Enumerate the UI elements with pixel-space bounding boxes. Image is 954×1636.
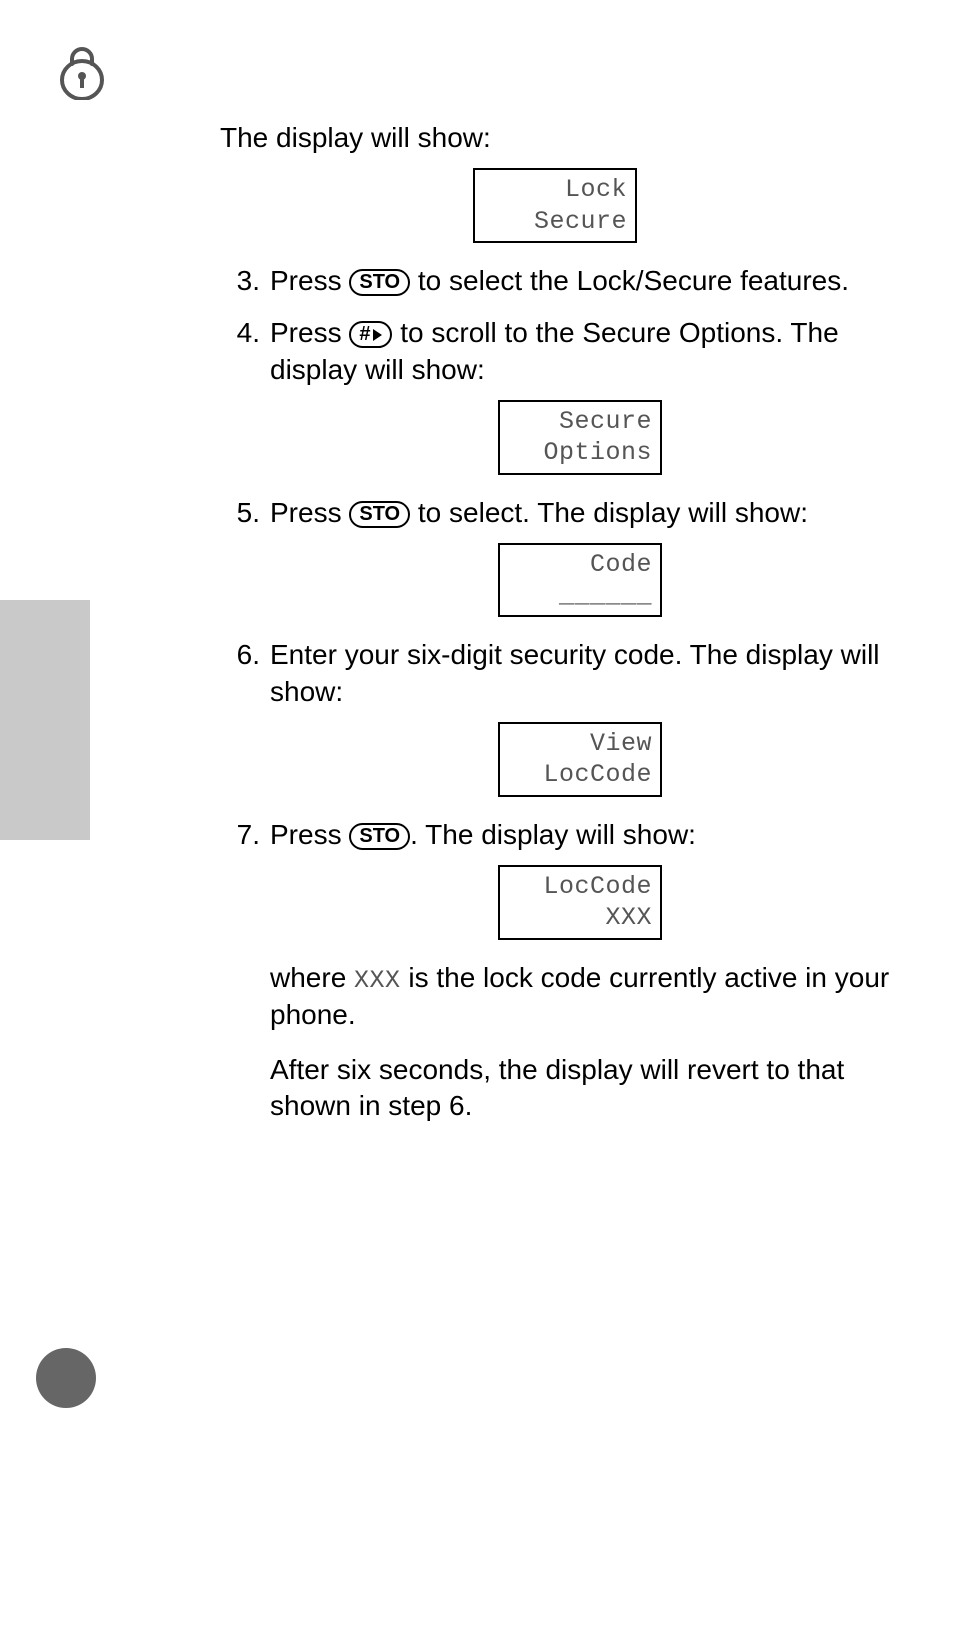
display-line: Options bbox=[508, 437, 652, 468]
step-number: 5. bbox=[180, 495, 260, 531]
intro-text: The display will show: bbox=[220, 120, 890, 156]
xxx-placeholder: XXX bbox=[354, 966, 401, 995]
display-code: Code ______ bbox=[498, 543, 662, 618]
hash-scroll-key: # bbox=[349, 321, 392, 348]
step-text: to select. The display will show: bbox=[410, 497, 808, 528]
display-line: ______ bbox=[508, 580, 652, 611]
sto-key: STO bbox=[349, 823, 410, 850]
step-text: . The display will show: bbox=[410, 819, 696, 850]
display-loccode-xxx: LocCode XXX bbox=[498, 865, 662, 940]
display-line: Secure bbox=[483, 206, 627, 237]
step-text: Press bbox=[270, 265, 349, 296]
step-text: Press bbox=[270, 497, 349, 528]
after-paragraph: After six seconds, the display will reve… bbox=[270, 1052, 890, 1125]
step-list: 3. Press STO to select the Lock/Secure f… bbox=[220, 263, 890, 1124]
display-line: Code bbox=[508, 549, 652, 580]
step-6: 6. Enter your six-digit security code. T… bbox=[220, 637, 890, 796]
step-number: 7. bbox=[180, 817, 260, 853]
display-line: View bbox=[508, 728, 652, 759]
content: The display will show: Lock Secure 3. Pr… bbox=[220, 120, 890, 1140]
sto-key: STO bbox=[349, 269, 410, 296]
display-lock-secure: Lock Secure bbox=[473, 168, 637, 243]
page: The display will show: Lock Secure 3. Pr… bbox=[0, 0, 954, 1636]
chevron-right-icon bbox=[373, 329, 382, 341]
step-text: Enter your six-digit security code. The … bbox=[270, 639, 880, 706]
step-number: 4. bbox=[180, 315, 260, 351]
tail-text: where bbox=[270, 962, 354, 993]
lock-icon bbox=[60, 46, 104, 100]
step-7: 7. Press STO. The display will show: Loc… bbox=[220, 817, 890, 1125]
display-line: LocCode bbox=[508, 871, 652, 902]
display-secure-options: Secure Options bbox=[498, 400, 662, 475]
step-number: 3. bbox=[180, 263, 260, 299]
display-line: Lock bbox=[483, 174, 627, 205]
sto-key: STO bbox=[349, 501, 410, 528]
step-3: 3. Press STO to select the Lock/Secure f… bbox=[220, 263, 890, 299]
side-tab bbox=[0, 600, 90, 840]
step-text: Press bbox=[270, 819, 349, 850]
step-number: 6. bbox=[180, 637, 260, 673]
page-marker bbox=[36, 1348, 96, 1408]
where-paragraph: where XXX is the lock code currently act… bbox=[270, 960, 890, 1034]
display-line: XXX bbox=[508, 902, 652, 933]
step-text: to select the Lock/Secure features. bbox=[410, 265, 849, 296]
display-view-loccode: View LocCode bbox=[498, 722, 662, 797]
display-line: LocCode bbox=[508, 759, 652, 790]
step-5: 5. Press STO to select. The display will… bbox=[220, 495, 890, 618]
step-text: Press bbox=[270, 317, 349, 348]
step-4: 4. Press # to scroll to the Secure Optio… bbox=[220, 315, 890, 474]
display-line: Secure bbox=[508, 406, 652, 437]
